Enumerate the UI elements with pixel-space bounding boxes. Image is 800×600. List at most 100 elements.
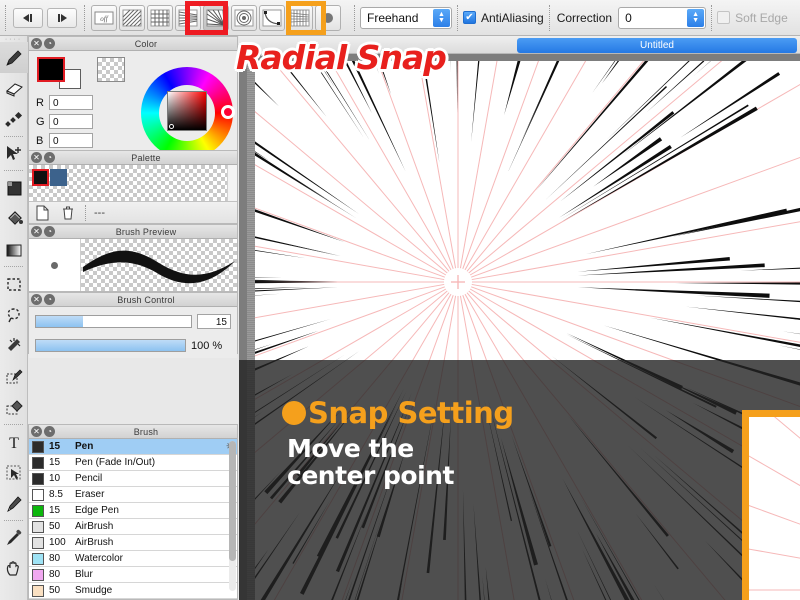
brush-list-item[interactable]: 15 Edge Pen [29, 503, 237, 519]
antialiasing-label: AntiAliasing [481, 10, 544, 25]
brush-tool[interactable] [0, 488, 28, 519]
tool-divider [4, 266, 23, 267]
brush-list-item[interactable]: 10 Pencil [29, 471, 237, 487]
brush-name-label: Pen [75, 441, 94, 452]
palette-name-value: --- [85, 204, 105, 221]
new-page-icon[interactable] [29, 205, 55, 221]
transparent-color-swatch[interactable] [97, 57, 125, 82]
lasso-select-tool[interactable] [0, 299, 28, 330]
toolbar-divider [457, 4, 458, 31]
scrollbar-thumb[interactable] [229, 441, 236, 561]
brush-list-item[interactable]: 15 Pen (Fade In/Out) [29, 455, 237, 471]
brush-control-panel: ✕ ◔ Brush Control 15 100 % [28, 292, 238, 358]
tool-divider [4, 520, 23, 521]
annotation-snap-setting-text: Snap Setting [308, 396, 514, 430]
close-icon[interactable]: ✕ [31, 152, 42, 163]
collapse-icon[interactable]: ◔ [44, 152, 55, 163]
annotation-move-center: Move the center point [287, 435, 454, 489]
snap-curve-icon[interactable] [259, 4, 285, 31]
soft-edge-checkbox[interactable]: Soft Edge [717, 11, 788, 25]
brush-name-label: Edge Pen [75, 505, 119, 516]
hand-tool[interactable] [0, 553, 28, 584]
color-wheel[interactable] [141, 67, 235, 159]
gradient-tool[interactable] [0, 234, 28, 265]
snap-parallel-icon[interactable] [119, 4, 145, 31]
collapse-icon[interactable]: ◔ [44, 226, 55, 237]
brush-list-item[interactable]: 15Pen✳ [29, 439, 237, 455]
tab-untitled[interactable]: Untitled [517, 38, 797, 53]
close-icon[interactable]: ✕ [31, 38, 42, 49]
chevron-updown-icon[interactable]: ▲ ▼ [687, 8, 705, 27]
close-icon[interactable]: ✕ [31, 426, 42, 437]
brush-list-scrollbar[interactable] [229, 441, 236, 591]
draw-mode-value: Freehand [367, 10, 419, 25]
select-pen-tool[interactable] [0, 361, 28, 392]
brush-preview-panel: ✕ ◔ Brush Preview [28, 224, 238, 292]
brush-list-item[interactable]: 100 AirBrush [29, 535, 237, 551]
snap-radial-icon[interactable] [203, 4, 229, 31]
next-frame-button[interactable] [47, 7, 77, 28]
close-icon[interactable]: ✕ [31, 226, 42, 237]
snap-grid-perspective-icon[interactable] [287, 4, 313, 31]
snap-center-point-icon[interactable] [315, 4, 341, 31]
fill-rect-tool[interactable] [0, 172, 28, 203]
brush-color-swatch [32, 552, 44, 565]
snap-off-button[interactable]: off [91, 4, 117, 31]
brush-color-swatch [32, 568, 44, 581]
palette-scrollbar[interactable] [227, 165, 237, 201]
object-select-tool[interactable] [0, 457, 28, 488]
brush-list-item[interactable]: 50 Smudge [29, 583, 237, 599]
palette-swatch[interactable] [32, 169, 49, 186]
collapse-icon[interactable]: ◔ [44, 294, 55, 305]
r-input[interactable]: 0 [49, 95, 93, 110]
r-field-row: R 0 [33, 95, 113, 110]
correction-stepper[interactable]: 0 ▲ ▼ [618, 6, 707, 29]
rect-select-tool[interactable] [0, 268, 28, 299]
brush-list[interactable]: 15Pen✳15Pen (Fade In/Out) 10 Pencil 8.5Eras… [29, 439, 237, 599]
snap-perspective-icon[interactable] [175, 4, 201, 31]
brush-list-item[interactable]: 80 Watercolor [29, 551, 237, 567]
palette-swatch[interactable] [50, 169, 67, 186]
palette-swatch-grid[interactable] [29, 165, 237, 201]
brush-tip-dot [51, 261, 58, 269]
canvas-area[interactable]: Untitled Snap Setting Move the center po… [239, 36, 800, 600]
brush-list-item[interactable]: 80 Blur [29, 567, 237, 583]
eyedropper-tool[interactable] [0, 522, 28, 553]
svg-text:off: off [100, 15, 108, 23]
collapse-icon[interactable]: ◔ [44, 426, 55, 437]
magic-wand-tool[interactable] [0, 330, 28, 361]
chevron-updown-icon[interactable]: ▲ ▼ [433, 8, 450, 27]
r-label: R [36, 96, 44, 109]
move-tool[interactable] [0, 138, 28, 169]
draw-mode-select[interactable]: Freehand ▲ ▼ [360, 6, 452, 29]
brush-list-item[interactable]: 50 AirBrush [29, 519, 237, 535]
brush-list-item[interactable]: 8.5 Eraser [29, 487, 237, 503]
brush-panel-titlebar: ✕ ◔ Brush [29, 425, 237, 439]
brush-size-slider[interactable] [35, 315, 192, 328]
close-icon[interactable]: ✕ [31, 294, 42, 305]
antialiasing-checkbox[interactable]: AntiAliasing [463, 11, 544, 25]
brush-size-value[interactable]: 15 [197, 314, 231, 329]
brush-size-label: 50 [49, 521, 61, 532]
trash-icon[interactable] [55, 205, 81, 221]
b-input[interactable]: 0 [49, 133, 93, 148]
brush-opacity-slider[interactable] [35, 339, 186, 352]
bucket-tool[interactable] [0, 203, 28, 234]
annotation-line-1: Move the [287, 434, 414, 463]
brush-name-label: Pencil [75, 473, 103, 484]
eraser-tool[interactable] [0, 73, 28, 104]
collapse-icon[interactable]: ◔ [44, 38, 55, 49]
hue-cursor [221, 105, 235, 119]
snap-grid-icon[interactable] [147, 4, 173, 31]
text-tool[interactable]: T [0, 426, 28, 457]
brush-name-label: Pen (Fade In/Out) [75, 457, 156, 468]
pen-tool[interactable] [0, 42, 28, 73]
pen-pressure-tool[interactable] [0, 104, 28, 135]
prev-frame-button[interactable] [13, 7, 43, 28]
brush-size-label: 10 [49, 473, 61, 484]
snap-concentric-circle-icon[interactable] [231, 4, 257, 31]
g-input[interactable]: 0 [49, 114, 93, 129]
select-bucket-tool[interactable] [0, 392, 28, 423]
saturation-value-square[interactable] [167, 91, 207, 131]
foreground-color-swatch[interactable] [37, 57, 65, 82]
